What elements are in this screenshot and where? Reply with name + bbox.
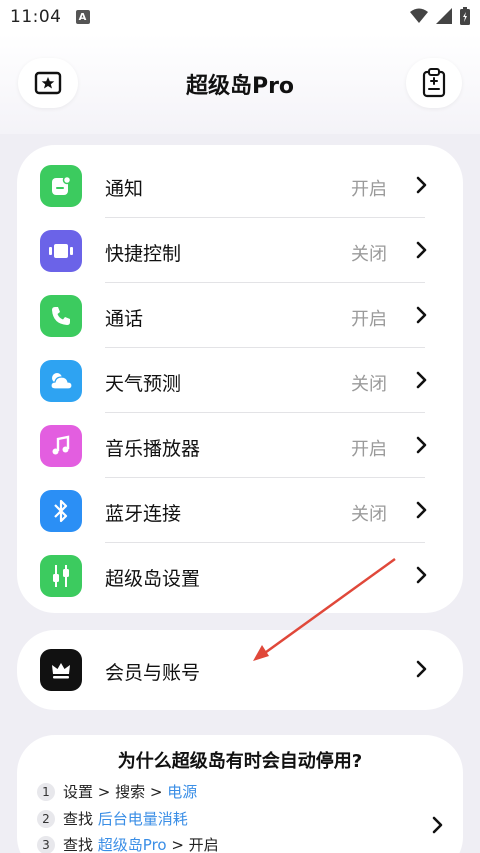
clipboard-button[interactable]: [406, 58, 462, 108]
settings-row-notification[interactable]: 通知 开启: [17, 153, 463, 218]
chevron-right-icon: [416, 436, 427, 454]
notification-icon: [40, 165, 82, 207]
step-number: 2: [37, 809, 55, 828]
step-text: 设置 > 搜索 >: [63, 783, 168, 801]
step-link[interactable]: 后台电量消耗: [98, 808, 188, 829]
status-icons: [410, 7, 470, 25]
help-step: 1 设置 > 搜索 > 电源: [37, 781, 197, 802]
settings-row-label: 通话: [105, 308, 144, 330]
settings-row-island-settings[interactable]: 超级岛设置: [17, 543, 463, 608]
settings-row-label: 通知: [105, 178, 144, 200]
settings-row-music[interactable]: 音乐播放器 开启: [17, 413, 463, 478]
settings-row-quick-control[interactable]: 快捷控制 关闭: [17, 218, 463, 283]
help-step: 3 查找 超级岛Pro > 开启: [37, 834, 219, 853]
settings-row-status: 开启: [351, 309, 387, 330]
chevron-right-icon: [416, 566, 427, 584]
step-text: 查找: [63, 810, 98, 828]
step-link[interactable]: 电源: [167, 781, 197, 802]
chevron-right-icon: [416, 501, 427, 519]
step-suffix: > 开启: [166, 836, 219, 853]
status-time: 11:04: [10, 7, 62, 27]
member-row[interactable]: 会员与账号: [17, 637, 463, 702]
phone-icon: [40, 295, 82, 337]
help-card[interactable]: 为什么超级岛有时会自动停用? 1 设置 > 搜索 > 电源 2 查找 后台电量消…: [17, 735, 463, 853]
help-title: 为什么超级岛有时会自动停用?: [117, 751, 363, 772]
chevron-right-icon[interactable]: [431, 815, 445, 835]
step-number: 3: [37, 835, 55, 853]
settings-row-bluetooth[interactable]: 蓝牙连接 关闭: [17, 478, 463, 543]
settings-row-label: 音乐播放器: [105, 438, 201, 460]
settings-card: 通知 开启 快捷控制 关闭 通话 开启 天气预测 关闭 音乐播放器 开启 蓝牙连…: [17, 145, 463, 613]
settings-row-status: 开启: [351, 439, 387, 460]
settings-row-status: 开启: [351, 179, 387, 200]
settings-row-status: 关闭: [351, 244, 387, 265]
notification-a-icon: A: [75, 10, 90, 24]
bluetooth-icon: [40, 490, 82, 532]
chevron-right-icon: [416, 241, 427, 259]
member-label: 会员与账号: [105, 662, 201, 684]
chevron-right-icon: [416, 371, 427, 389]
settings-row-label: 超级岛设置: [105, 568, 201, 590]
settings-row-weather[interactable]: 天气预测 关闭: [17, 348, 463, 413]
music-icon: [40, 425, 82, 467]
header: 超级岛Pro: [0, 34, 480, 134]
settings-row-label: 天气预测: [105, 373, 182, 395]
chevron-right-icon: [416, 306, 427, 324]
chevron-right-icon: [416, 176, 427, 194]
step-text: 查找: [63, 836, 98, 853]
quick-control-icon: [40, 230, 82, 272]
step-link[interactable]: 超级岛Pro: [98, 834, 167, 853]
crown-icon: [40, 649, 82, 691]
member-card[interactable]: 会员与账号: [17, 630, 463, 710]
chevron-right-icon: [416, 660, 427, 678]
settings-row-call[interactable]: 通话 开启: [17, 283, 463, 348]
signal-icon: [436, 8, 452, 24]
island-settings-icon: [40, 555, 82, 597]
weather-icon: [40, 360, 82, 402]
clipboard-icon: [422, 68, 446, 98]
wifi-icon: [410, 8, 428, 23]
help-step: 2 查找 后台电量消耗: [37, 808, 188, 829]
settings-row-label: 快捷控制: [105, 243, 182, 265]
settings-row-label: 蓝牙连接: [105, 503, 182, 525]
step-number: 1: [37, 782, 55, 801]
settings-row-status: 关闭: [351, 504, 387, 525]
status-bar: 11:04 A: [0, 0, 480, 34]
settings-row-status: 关闭: [351, 374, 387, 395]
battery-icon: [460, 7, 470, 25]
